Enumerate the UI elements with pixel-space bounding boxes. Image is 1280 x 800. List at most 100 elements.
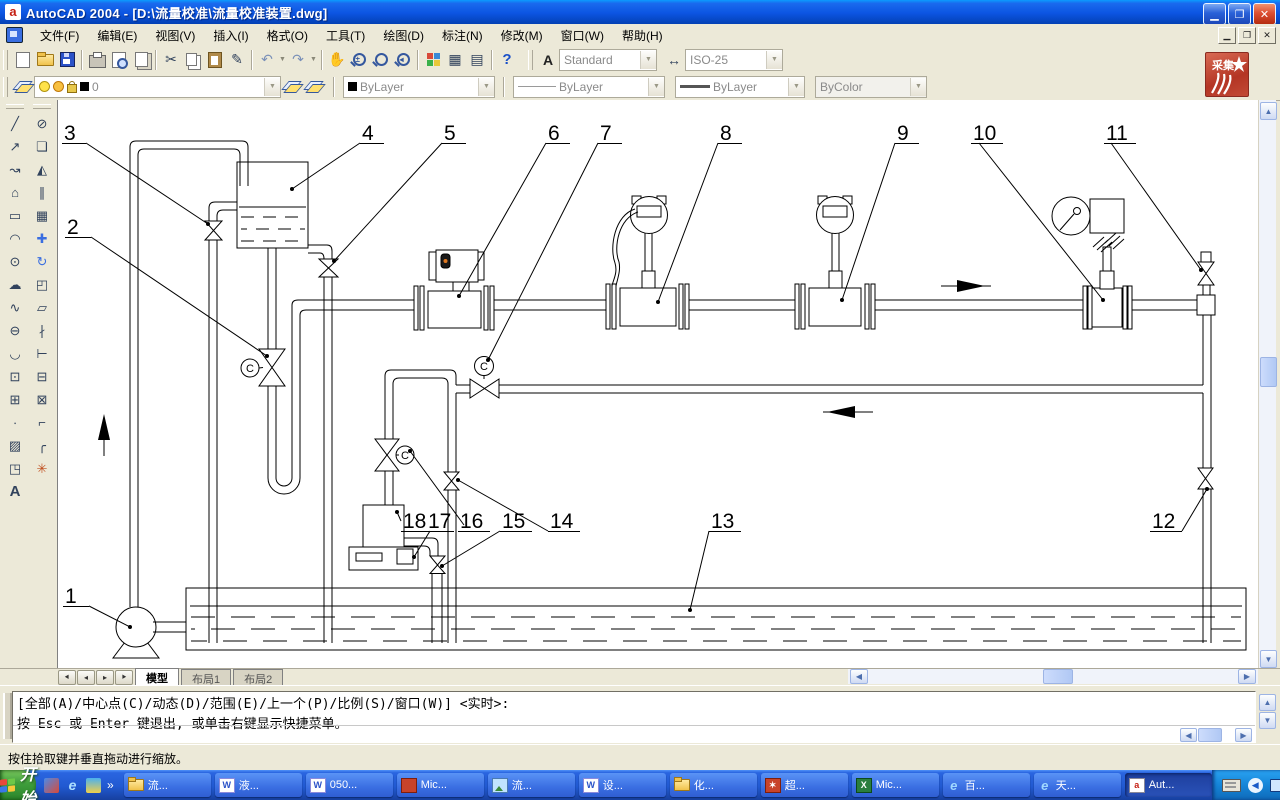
rotate-tool[interactable]: ↻ — [30, 250, 54, 273]
polygon-tool[interactable]: ⌂ — [3, 181, 27, 204]
tab-layout1[interactable]: 布局1 — [181, 669, 231, 686]
menu-dimension[interactable]: 标注(N) — [433, 24, 492, 47]
layer-manager-button[interactable] — [12, 76, 34, 98]
combo-arrow-icon[interactable]: ▼ — [910, 78, 926, 96]
combo-arrow-icon[interactable]: ▼ — [766, 51, 782, 69]
command-text-area[interactable]: [全部(A)/中心点(C)/动态(D)/范围(E)/上一个(P)/比例(S)/窗… — [12, 691, 1256, 743]
fillet-tool[interactable]: ╭ — [30, 434, 54, 457]
chamfer-tool[interactable]: ⌐ — [30, 411, 54, 434]
internet-explorer-icon[interactable]: e — [65, 778, 80, 793]
scroll-right-icon[interactable]: ▶ — [1238, 669, 1256, 684]
command-scroll-up-icon[interactable]: ▲ — [1259, 694, 1276, 711]
vertical-scroll-thumb[interactable] — [1260, 357, 1277, 387]
tab-first-button[interactable]: ⯇ — [58, 670, 76, 685]
spline-tool[interactable]: ∿ — [3, 296, 27, 319]
array-tool[interactable]: ▦ — [30, 204, 54, 227]
revcloud-tool[interactable]: ☁ — [3, 273, 27, 296]
command-scroll-left-icon[interactable]: ◀ — [1180, 728, 1197, 742]
menu-draw[interactable]: 绘图(D) — [374, 24, 433, 47]
print-button[interactable] — [86, 49, 108, 71]
zoom-window-button[interactable] — [370, 49, 392, 71]
copy-tool[interactable]: ❏ — [30, 135, 54, 158]
insert-block-tool[interactable]: ⊡ — [3, 365, 27, 388]
title-bar[interactable]: a AutoCAD 2004 - [D:\流量校准\流量校准装置.dwg] ▁ … — [0, 0, 1280, 24]
task-button[interactable]: 化... — [670, 773, 757, 797]
menu-window[interactable]: 窗口(W) — [552, 24, 613, 47]
hide-icons-chevron-icon[interactable]: ◀ — [1248, 778, 1263, 793]
start-button[interactable]: 开始 — [0, 770, 36, 800]
task-button[interactable]: 流... — [124, 773, 211, 797]
styles-toolbar-grip[interactable] — [528, 50, 533, 70]
command-scroll-down-icon[interactable]: ▼ — [1259, 712, 1276, 729]
keyboard-layout-icon[interactable] — [1222, 779, 1241, 792]
new-button[interactable] — [12, 49, 34, 71]
quicklaunch-app-icon[interactable] — [44, 778, 59, 793]
child-close-button[interactable]: ✕ — [1258, 27, 1276, 44]
menu-file[interactable]: 文件(F) — [31, 24, 88, 47]
menu-insert[interactable]: 插入(I) — [204, 24, 257, 47]
save-button[interactable] — [56, 49, 78, 71]
undo-button[interactable]: ↶ — [256, 49, 278, 71]
close-button[interactable]: ✕ — [1253, 3, 1276, 25]
region-tool[interactable]: ◳ — [3, 457, 27, 480]
stretch-tool[interactable]: ▱ — [30, 296, 54, 319]
combo-arrow-icon[interactable]: ▼ — [478, 78, 494, 96]
open-button[interactable] — [34, 49, 56, 71]
lineweight-combo[interactable]: ByLayer ▼ — [675, 76, 805, 98]
text-style-button[interactable]: A — [537, 49, 559, 71]
child-minimize-button[interactable]: ▁ — [1218, 27, 1236, 44]
line-tool[interactable]: ╱ — [3, 112, 27, 135]
command-scroll-right-icon[interactable]: ▶ — [1235, 728, 1252, 742]
combo-arrow-icon[interactable]: ▼ — [788, 78, 804, 96]
print-preview-button[interactable] — [108, 49, 130, 71]
menu-view[interactable]: 视图(V) — [146, 24, 204, 47]
restore-button[interactable]: ❐ — [1228, 3, 1251, 25]
task-button[interactable]: 流... — [488, 773, 575, 797]
dim-style-button[interactable]: ↔ — [663, 49, 685, 71]
scroll-up-icon[interactable]: ▲ — [1260, 102, 1277, 120]
extend-tool[interactable]: ⊢ — [30, 342, 54, 365]
task-button[interactable]: W050... — [306, 773, 393, 797]
minimize-button[interactable]: ▁ — [1203, 3, 1226, 25]
zoom-previous-button[interactable]: ◂ — [392, 49, 414, 71]
tab-next-button[interactable]: ▸ — [96, 670, 114, 685]
erase-tool[interactable]: ⊘ — [30, 112, 54, 135]
polyline-tool[interactable]: ↝ — [3, 158, 27, 181]
task-button-autocad-active[interactable]: aAut... — [1125, 773, 1212, 797]
task-button[interactable]: e百... — [943, 773, 1030, 797]
color-combo[interactable]: ByLayer ▼ — [343, 76, 495, 98]
menu-help[interactable]: 帮助(H) — [613, 24, 672, 47]
break-tool[interactable]: ⊠ — [30, 388, 54, 411]
pan-button[interactable]: ✋ — [326, 49, 348, 71]
hatch-tool[interactable]: ▨ — [3, 434, 27, 457]
match-properties-button[interactable]: ✎ — [226, 49, 248, 71]
modify-toolbar-grip[interactable] — [33, 104, 51, 109]
task-button[interactable]: ✶超... — [761, 773, 848, 797]
tab-model[interactable]: 模型 — [135, 668, 179, 685]
scale-tool[interactable]: ◰ — [30, 273, 54, 296]
task-button[interactable]: Mic... — [397, 773, 484, 797]
copy-button[interactable] — [182, 49, 204, 71]
layer-lock-icon[interactable] — [67, 84, 77, 93]
show-desktop-icon[interactable] — [86, 778, 101, 793]
redo-button[interactable]: ↷ — [287, 49, 309, 71]
layer-previous-button[interactable] — [303, 76, 325, 98]
combo-arrow-icon[interactable]: ▼ — [648, 78, 664, 96]
designcenter-button[interactable]: ▦ — [444, 49, 466, 71]
properties-button[interactable] — [422, 49, 444, 71]
tab-layout2[interactable]: 布局2 — [233, 669, 283, 686]
text-style-combo[interactable]: Standard▼ — [559, 49, 657, 71]
task-button[interactable]: W液... — [215, 773, 302, 797]
layer-on-bulb-icon[interactable] — [39, 81, 50, 92]
layer-freeze-icon[interactable] — [53, 81, 64, 92]
undo-dropdown[interactable]: ▼ — [278, 49, 287, 71]
scroll-left-icon[interactable]: ◀ — [850, 669, 868, 684]
layer-combo[interactable]: 0 ▼ — [34, 76, 281, 98]
horizontal-scroll-thumb[interactable] — [1043, 669, 1073, 684]
plot-style-combo[interactable]: ByColor ▼ — [815, 76, 927, 98]
make-block-tool[interactable]: ⊞ — [3, 388, 27, 411]
ellipse-tool[interactable]: ⊖ — [3, 319, 27, 342]
rectangle-tool[interactable]: ▭ — [3, 204, 27, 227]
linetype-combo[interactable]: ByLayer ▼ — [513, 76, 665, 98]
zoom-realtime-button[interactable]: ± — [348, 49, 370, 71]
